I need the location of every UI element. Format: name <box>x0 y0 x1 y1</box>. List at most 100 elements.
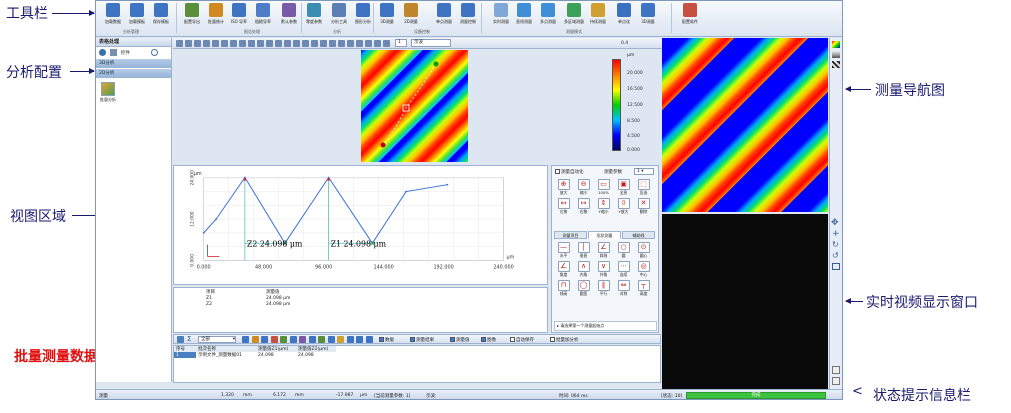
section-2d-analysis[interactable]: 2D分析 <box>96 69 171 78</box>
tool-button[interactable]: ↤ 左移 <box>556 198 571 215</box>
view-tool-icon[interactable] <box>374 40 381 47</box>
batch-filter-select[interactable]: 全部 ▾ <box>198 336 236 343</box>
batch-tool-icon[interactable] <box>242 336 249 343</box>
batch-tool-icon[interactable] <box>261 336 268 343</box>
grayscale-icon[interactable] <box>832 51 840 58</box>
table-row[interactable]: 1 示例文件_测量数据01 24.098 24.098 <box>174 352 336 358</box>
ribbon-button[interactable]: 分析工具 <box>327 3 351 24</box>
ribbon-button[interactable]: 零度参数 <box>302 3 326 24</box>
tool-button[interactable]: ⊕ 放大 <box>556 179 571 196</box>
stop-icon[interactable] <box>832 377 840 385</box>
measurement-endpoint[interactable] <box>433 61 439 67</box>
view-tool-icon[interactable] <box>239 40 246 47</box>
batch-check-result[interactable]: 测量结果 <box>410 337 434 343</box>
ribbon-button[interactable]: 图形分析 <box>351 3 375 24</box>
batch-check-value[interactable]: 测量值 <box>450 337 470 343</box>
view-tool-icon[interactable] <box>383 40 390 47</box>
ribbon-button[interactable]: 多区域测量 <box>562 3 586 24</box>
view-tool-icon[interactable] <box>257 40 264 47</box>
batch-add-icon[interactable] <box>177 336 184 343</box>
tool-button[interactable]: ○ 圆 <box>616 242 631 259</box>
tool-button[interactable]: ⇳ Y放大 <box>616 198 631 215</box>
ribbon-button[interactable]: 2D测量 <box>399 3 423 24</box>
view-tool-icon[interactable] <box>302 40 309 47</box>
view-combo-2[interactable]: 示波 <box>411 39 451 47</box>
view-tool-icon[interactable] <box>185 40 192 47</box>
rotate-icon[interactable]: ↻ <box>832 240 839 249</box>
filter-icon[interactable] <box>110 49 118 56</box>
view-tool-icon[interactable] <box>365 40 372 47</box>
color-map-icon[interactable] <box>832 41 840 48</box>
batch-tool-icon[interactable] <box>251 336 259 343</box>
ribbon-button[interactable]: 加载数据 <box>101 3 125 24</box>
ribbon-button[interactable]: 加载模板 <box>125 3 149 24</box>
view-tool-icon[interactable] <box>203 40 210 47</box>
view-tool-icon[interactable] <box>194 40 201 47</box>
tool-button[interactable]: ┬ 高度 <box>636 280 651 297</box>
view-tool-icon[interactable] <box>275 40 282 47</box>
check-autosave[interactable] <box>510 337 515 342</box>
tool-button[interactable]: — 水平 <box>556 242 571 259</box>
ribbon-button[interactable]: 直线测量 <box>512 3 536 24</box>
view-tool-icon[interactable] <box>347 40 354 47</box>
tool-button[interactable]: ∠ 角度 <box>556 261 571 278</box>
batch-tool-icon[interactable] <box>289 336 297 343</box>
view-tool-icon[interactable] <box>212 40 219 47</box>
tab-shape-measure[interactable]: 形状测量 <box>588 231 621 239</box>
view-tool-icon[interactable] <box>311 40 318 47</box>
view-tool-icon[interactable] <box>338 40 345 47</box>
settings-icon[interactable] <box>151 49 159 56</box>
batch-check-image[interactable]: 图像 <box>481 337 496 343</box>
view-tool-icon[interactable] <box>176 40 183 47</box>
view-tool-icon[interactable] <box>284 40 291 47</box>
batch-tool-icon[interactable] <box>365 336 373 343</box>
ribbon-button[interactable]: 默认参数 <box>277 3 301 24</box>
batch-tool-icon[interactable] <box>346 336 354 343</box>
tool-button[interactable]: ∨ 外角 <box>596 261 611 278</box>
view-tool-icon[interactable] <box>356 40 363 47</box>
table-row[interactable]: Z2 24.098 μm <box>204 301 324 307</box>
ribbon-button[interactable]: 持续测量 <box>586 3 610 24</box>
tool-button[interactable]: ⇕ Y缩小 <box>596 198 611 215</box>
profile-chart[interactable]: 0.000 48.000 96.000 144.000 192.000 240.00024… <box>173 165 548 285</box>
view-tool-icon[interactable] <box>248 40 255 47</box>
ribbon-button[interactable]: 多点测量 <box>536 3 560 24</box>
tool-button[interactable]: ◯ 圆宽 <box>576 280 591 297</box>
batch-check-analyze[interactable]: 批量加分析 <box>550 337 579 343</box>
batch-tool-icon[interactable] <box>356 336 363 343</box>
info-icon[interactable] <box>99 49 106 56</box>
tool-button[interactable]: │ 垂直 <box>576 242 591 259</box>
auto-measure-checkbox-row[interactable]: 测量自动化 <box>555 169 584 175</box>
tab-guide-lines[interactable]: 辅助线 <box>622 231 655 239</box>
surface-heatmap-view[interactable] <box>361 50 468 162</box>
batch-tool-icon[interactable] <box>280 336 287 343</box>
tool-button[interactable]: ↦ 右移 <box>576 198 591 215</box>
tool-button[interactable]: ⇔ 对称 <box>616 280 631 297</box>
ribbon-button[interactable]: 单点测量 <box>432 3 456 24</box>
tool-button[interactable]: ▣ 全息 <box>616 179 631 196</box>
tool-button[interactable]: ∠ 斜线 <box>596 242 611 259</box>
view-tool-icon[interactable] <box>329 40 336 47</box>
tool-button[interactable]: ✕ 删除 <box>636 198 651 215</box>
measure-param-select[interactable]: 1 ▾ <box>634 168 654 175</box>
view-tool-icon[interactable] <box>221 40 228 47</box>
view-tool-icon[interactable] <box>266 40 273 47</box>
pattern-icon[interactable] <box>832 61 840 68</box>
add-icon[interactable]: + <box>832 229 840 239</box>
tool-button[interactable]: ▭ 100% <box>596 179 611 196</box>
batch-tool-icon[interactable] <box>327 336 335 343</box>
tool-button[interactable]: ◎ 中心 <box>636 261 651 278</box>
view-combo-1[interactable]: 1 <box>395 39 407 47</box>
tool-button[interactable]: ∥ 平行 <box>596 280 611 297</box>
sum-icon[interactable]: Σ <box>187 335 191 343</box>
view-tool-icon[interactable] <box>320 40 327 47</box>
batch-check-autosave[interactable]: 自动保存 <box>510 337 534 343</box>
ribbon-button[interactable]: 3D测量 <box>636 3 660 24</box>
tool-button[interactable]: ⊖ 缩小 <box>576 179 591 196</box>
view-tool-icon[interactable] <box>293 40 300 47</box>
batch-tool-icon[interactable] <box>308 336 316 343</box>
tool-button[interactable]: ⬚ 反选 <box>636 179 651 196</box>
check-data[interactable] <box>379 337 384 342</box>
batch-analysis-item[interactable]: 批量分析 <box>96 78 171 106</box>
record-icon[interactable] <box>832 366 840 374</box>
